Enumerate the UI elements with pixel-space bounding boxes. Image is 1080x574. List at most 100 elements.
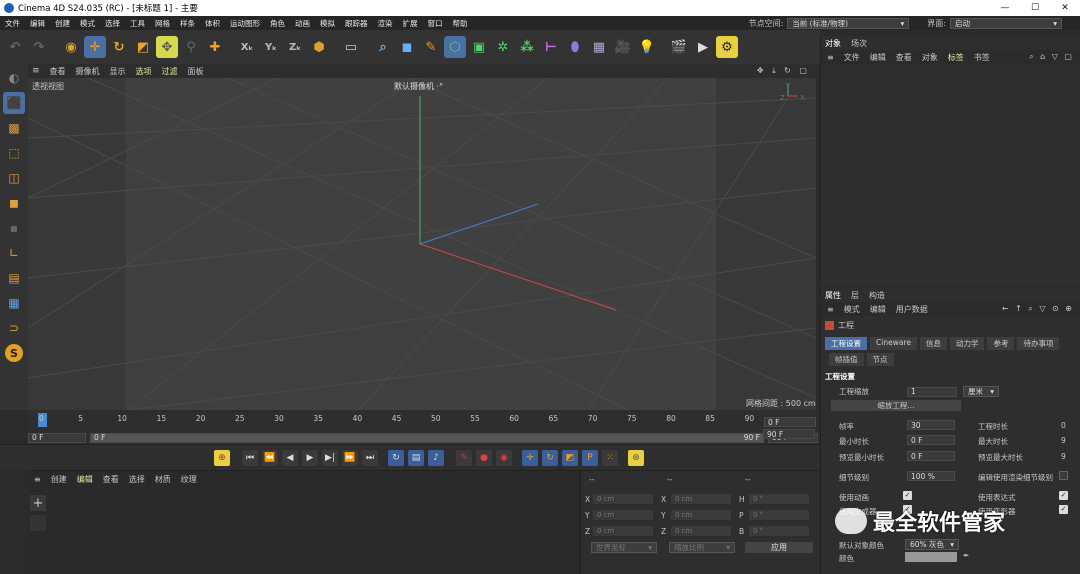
mat-menu-view[interactable]: 查看: [103, 474, 119, 485]
render-lod-checkbox[interactable]: [1059, 471, 1068, 480]
scale-project-button[interactable]: 缩放工程...: [831, 400, 961, 411]
tab-layers[interactable]: 层: [851, 290, 859, 301]
snap-icon[interactable]: ⚲: [180, 36, 202, 58]
minimize-button[interactable]: —: [990, 3, 1020, 13]
subtab-dynamics[interactable]: 动力学: [949, 337, 985, 350]
undo-icon[interactable]: ↶: [4, 36, 26, 58]
subtab-nodes[interactable]: 节点: [866, 353, 894, 366]
next-frame-icon[interactable]: ▶|: [322, 450, 338, 466]
menu-mograph[interactable]: 运动图形: [225, 18, 265, 29]
coordinate-system-icon[interactable]: ⬢: [308, 36, 330, 58]
render-settings-icon[interactable]: ⚙: [716, 36, 738, 58]
uv-mode-icon[interactable]: ▪: [3, 217, 25, 239]
menu-file[interactable]: 文件: [0, 18, 25, 29]
obj-menu-file[interactable]: 文件: [844, 52, 860, 63]
light-icon[interactable]: 💡: [636, 36, 658, 58]
autokey-record-icon[interactable]: ◉: [496, 450, 512, 466]
size-z-input[interactable]: 0 cm: [671, 526, 731, 536]
obj-menu-object[interactable]: 对象: [922, 52, 938, 63]
motion-system-icon[interactable]: ⊛: [628, 450, 644, 466]
use-deform-checkbox[interactable]: ✓: [1059, 505, 1068, 514]
mat-menu-create[interactable]: 创建: [51, 474, 67, 485]
menu-tracker[interactable]: 跟踪器: [340, 18, 373, 29]
preview-min-input[interactable]: 0 F: [907, 451, 955, 461]
size-y-input[interactable]: 0 cm: [671, 510, 731, 520]
perspective-viewport[interactable]: 透视视图 默认摄像机 ·° Y Z X 网格间距 : 500 cm: [28, 78, 816, 410]
search-icon[interactable]: ⌕ ⌂ ▽ ▢: [1029, 52, 1074, 62]
menu-edit[interactable]: 编辑: [25, 18, 50, 29]
vp-menu-view[interactable]: 查看: [50, 66, 66, 77]
material-slot[interactable]: [30, 515, 46, 531]
fps-input[interactable]: 30: [907, 420, 955, 430]
mograph-icon[interactable]: ✲: [492, 36, 514, 58]
pos-x-input[interactable]: 0 cm: [593, 494, 653, 504]
goto-start-icon[interactable]: ⏮: [242, 450, 258, 466]
solo-icon[interactable]: S: [3, 342, 25, 364]
obj-menu-edit[interactable]: 编辑: [870, 52, 886, 63]
point-mode-icon[interactable]: ⬚: [3, 142, 25, 164]
scale-unit-dropdown[interactable]: 厘米 ▾: [963, 386, 999, 397]
workplane-icon[interactable]: ▤: [3, 267, 25, 289]
current-frame-field[interactable]: 0 F: [28, 432, 86, 443]
key-rotation-icon[interactable]: ↻: [542, 450, 558, 466]
lock-y-icon[interactable]: Yₖ: [260, 36, 282, 58]
model-mode-icon[interactable]: ◐: [3, 67, 25, 89]
scale-tool-icon[interactable]: ◩: [132, 36, 154, 58]
subtab-project-settings[interactable]: 工程设置: [825, 337, 867, 350]
render-picture-icon[interactable]: ▶: [692, 36, 714, 58]
obj-menu-view[interactable]: 查看: [896, 52, 912, 63]
play-icon[interactable]: ▶: [302, 450, 318, 466]
mat-menu-texture[interactable]: 纹理: [181, 474, 197, 485]
axis-tool-icon[interactable]: ✚: [204, 36, 226, 58]
scale-input[interactable]: 1: [907, 386, 957, 397]
cloner-icon[interactable]: ⁂: [516, 36, 538, 58]
mat-menu-select[interactable]: 选择: [129, 474, 145, 485]
tab-attributes[interactable]: 属性: [825, 290, 841, 301]
key-scale-icon[interactable]: ◩: [562, 450, 578, 466]
mat-menu-edit[interactable]: 编辑: [77, 474, 93, 485]
obj-menu-tags[interactable]: 标签: [948, 52, 964, 63]
transform-tool-icon[interactable]: ✥: [156, 36, 178, 58]
layout-dropdown[interactable]: 启动 ▾: [950, 17, 1062, 29]
sound-icon[interactable]: ♪: [428, 450, 444, 466]
autokey-icon[interactable]: ✎: [456, 450, 472, 466]
menu-create[interactable]: 创建: [50, 18, 75, 29]
rot-b-input[interactable]: 0 °: [749, 526, 809, 536]
menu-extensions[interactable]: 扩展: [398, 18, 423, 29]
edge-mode-icon[interactable]: ◫: [3, 167, 25, 189]
color-swatch[interactable]: [905, 552, 957, 562]
preview-max-value[interactable]: 9: [1061, 452, 1066, 461]
hamburger-icon[interactable]: ≡: [827, 53, 834, 62]
subtab-reference[interactable]: 参考: [987, 337, 1015, 350]
attr-menu-edit[interactable]: 编辑: [870, 304, 886, 315]
prev-frame-icon[interactable]: ◀: [282, 450, 298, 466]
menu-volume[interactable]: 体积: [200, 18, 225, 29]
vp-menu-filter[interactable]: 过滤: [162, 66, 178, 77]
add-material-button[interactable]: +: [30, 495, 46, 511]
max-time-value[interactable]: 9: [1061, 436, 1066, 445]
nav-back-icon[interactable]: ← ↑ ⌕ ▽ ⊙ ⊕: [1002, 304, 1074, 314]
preview-end-field[interactable]: 90 F: [763, 429, 815, 439]
key-pla-icon[interactable]: ⁙: [602, 450, 618, 466]
use-expr-checkbox[interactable]: ✓: [1059, 491, 1068, 500]
hamburger-icon[interactable]: ≡: [32, 66, 40, 76]
eyedropper-icon[interactable]: ✒: [963, 551, 969, 560]
lod-input[interactable]: 100 %: [907, 471, 955, 481]
scene-camera-icon[interactable]: 🎥: [612, 36, 634, 58]
cube-icon[interactable]: ◼: [396, 36, 418, 58]
menu-select[interactable]: 选择: [100, 18, 125, 29]
size-x-input[interactable]: 0 cm: [671, 494, 731, 504]
render-view-icon[interactable]: 🎬: [668, 36, 690, 58]
deformer-icon[interactable]: ⊢: [540, 36, 562, 58]
vp-menu-panel[interactable]: 面板: [188, 66, 204, 77]
attr-menu-userdata[interactable]: 用户数据: [896, 304, 928, 315]
use-anim-checkbox[interactable]: ✓: [903, 491, 912, 500]
menu-simulate[interactable]: 模拟: [315, 18, 340, 29]
project-time-value[interactable]: 0: [1061, 421, 1066, 430]
subtab-info[interactable]: 信息: [919, 337, 947, 350]
scale-ratio-dropdown[interactable]: 缩放比例 ▾: [669, 542, 735, 553]
maximize-button[interactable]: ☐: [1020, 3, 1050, 13]
menu-mesh[interactable]: 网格: [150, 18, 175, 29]
goto-end-icon[interactable]: ⏭: [362, 450, 378, 466]
menu-window[interactable]: 窗口: [423, 18, 448, 29]
